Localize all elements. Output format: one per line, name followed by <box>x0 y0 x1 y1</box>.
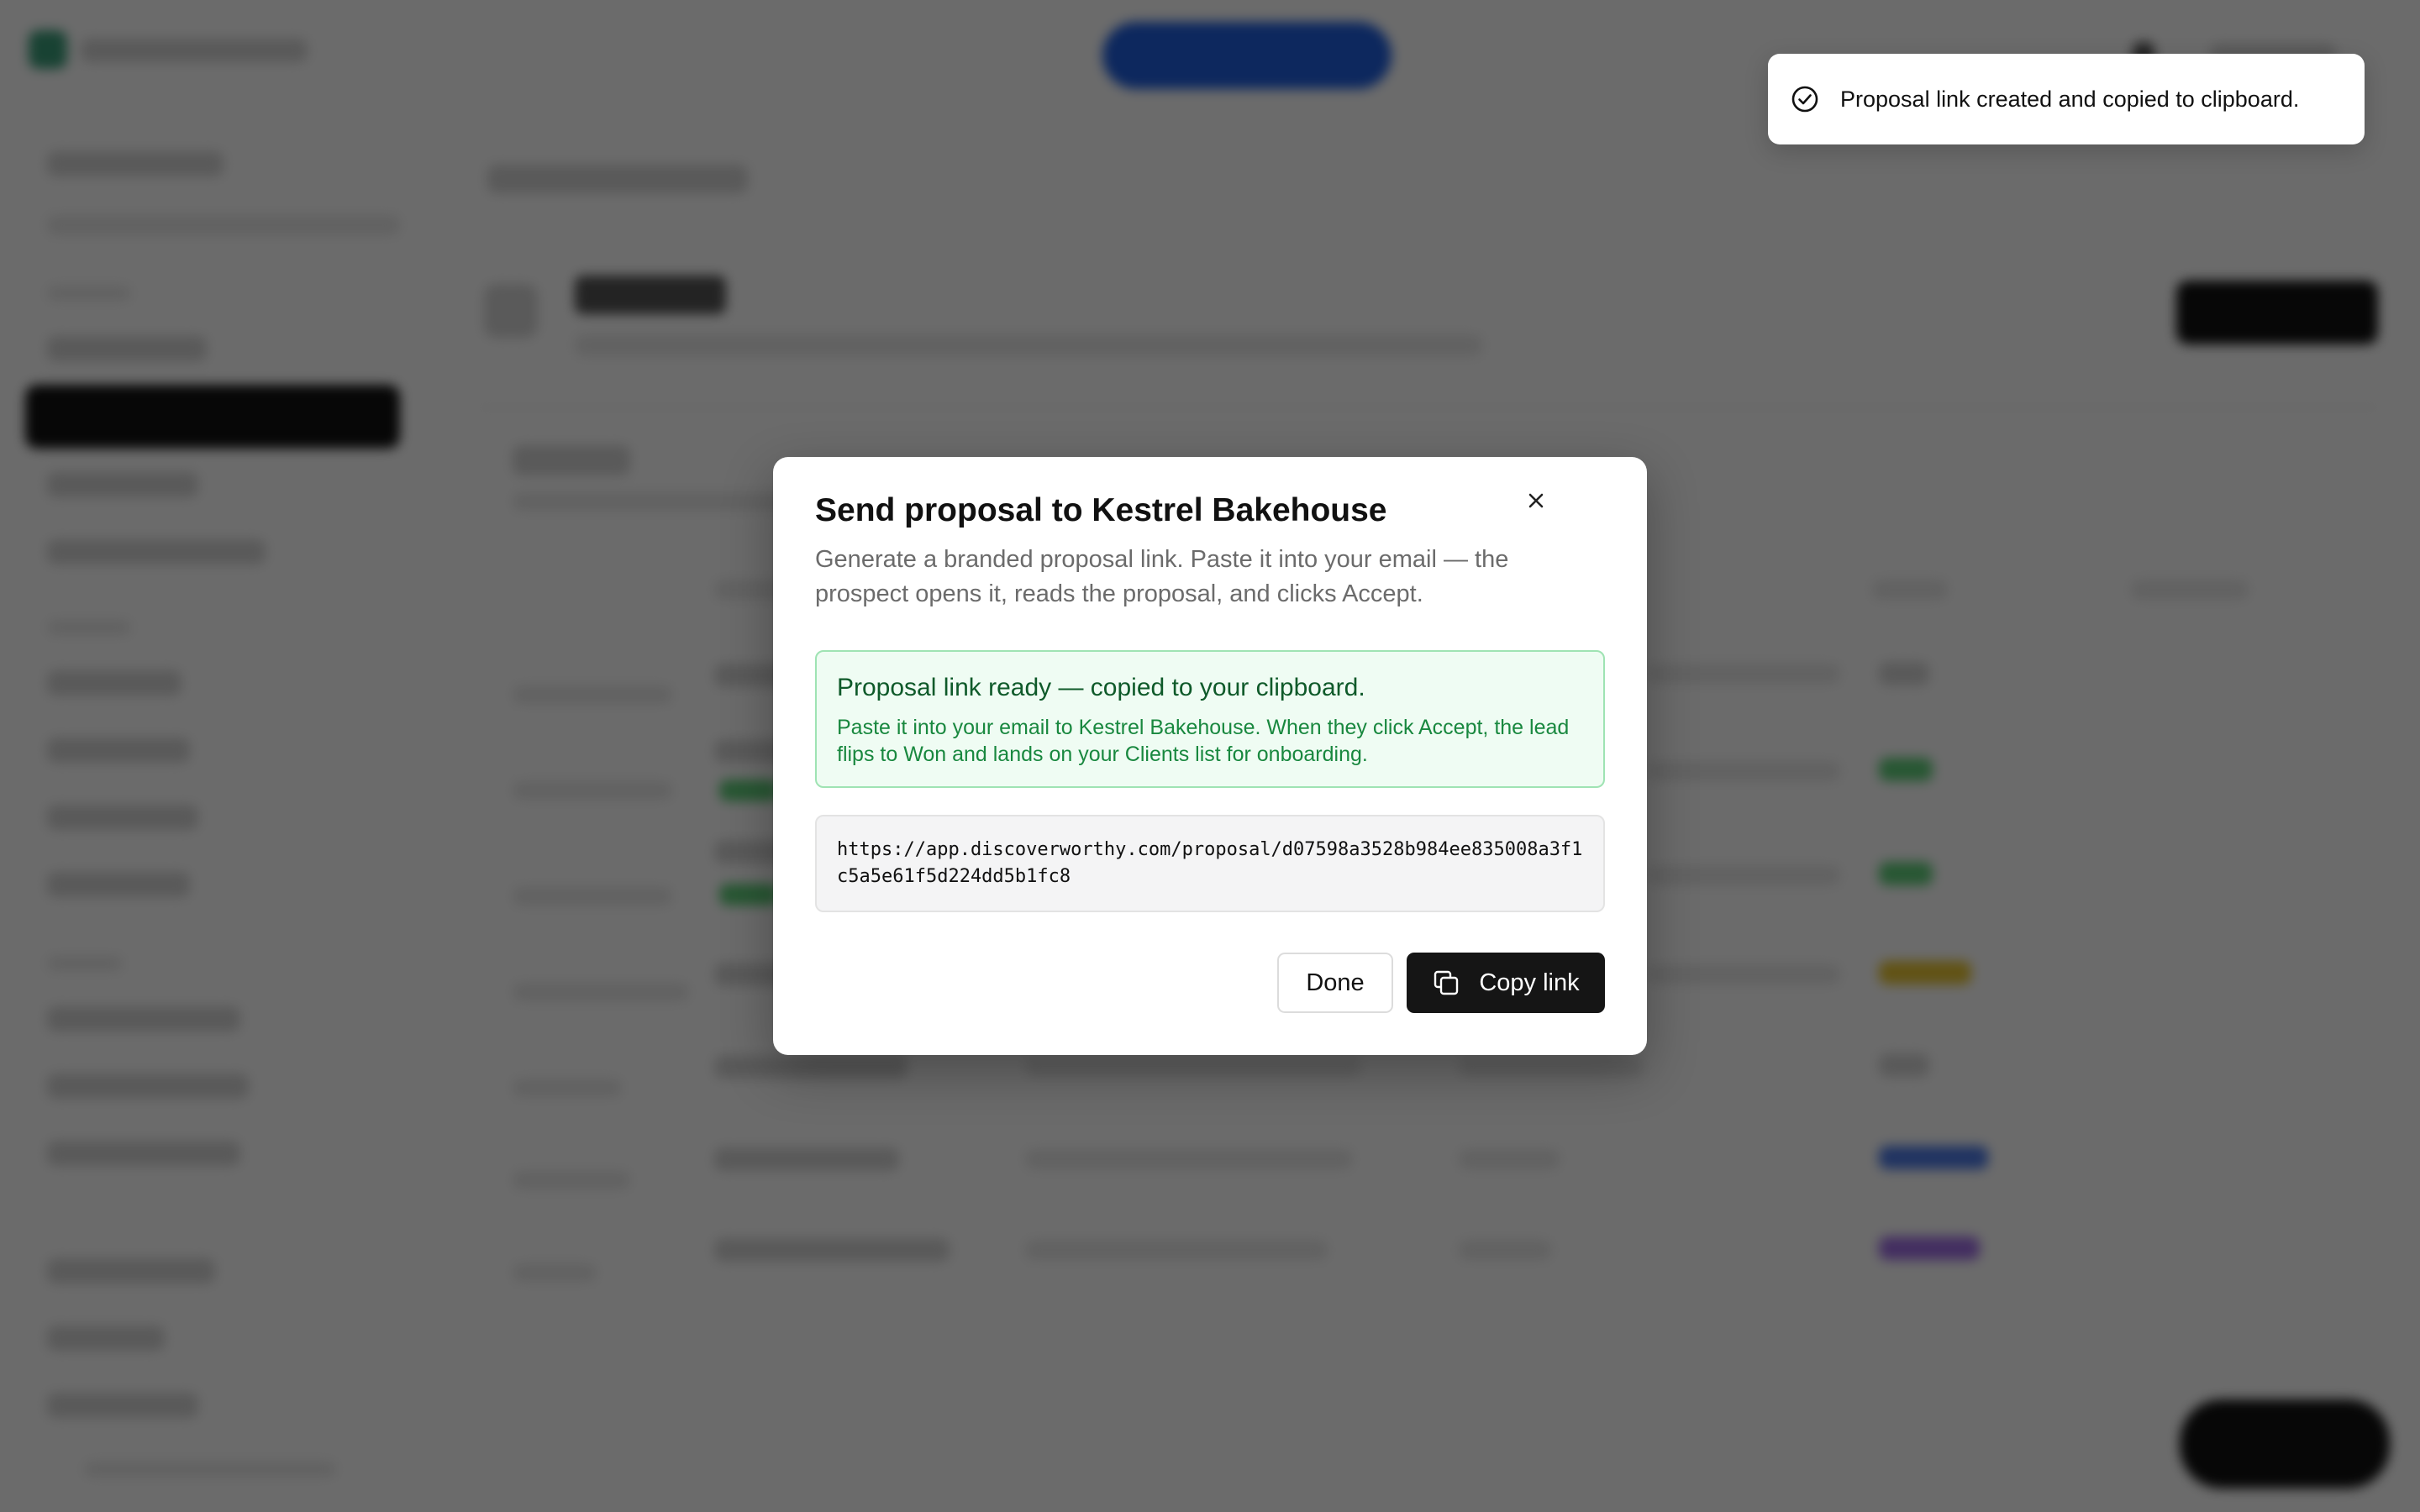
proposal-link-field[interactable]: https://app.discoverworthy.com/proposal/… <box>815 815 1605 912</box>
success-callout: Proposal link ready — copied to your cli… <box>815 650 1605 788</box>
done-button[interactable]: Done <box>1277 953 1393 1013</box>
copy-link-button[interactable]: Copy link <box>1407 953 1605 1013</box>
toast-notification: Proposal link created and copied to clip… <box>1768 54 2365 144</box>
success-body: Paste it into your email to Kestrel Bake… <box>837 716 1570 766</box>
copy-icon <box>1432 969 1460 997</box>
copy-link-label: Copy link <box>1479 969 1580 996</box>
success-title: Proposal link ready — copied to your cli… <box>837 674 1365 701</box>
check-circle-icon <box>1790 84 1820 114</box>
dialog-title: Send proposal to Kestrel Bakehouse <box>815 492 1387 528</box>
close-button[interactable] <box>1518 482 1555 519</box>
toast-message: Proposal link created and copied to clip… <box>1840 86 2300 112</box>
dialog-description: Generate a branded proposal link. Paste … <box>815 546 1509 607</box>
close-icon <box>1525 490 1547 512</box>
send-proposal-dialog: Send proposal to Kestrel Bakehouse Gener… <box>773 457 1647 1055</box>
